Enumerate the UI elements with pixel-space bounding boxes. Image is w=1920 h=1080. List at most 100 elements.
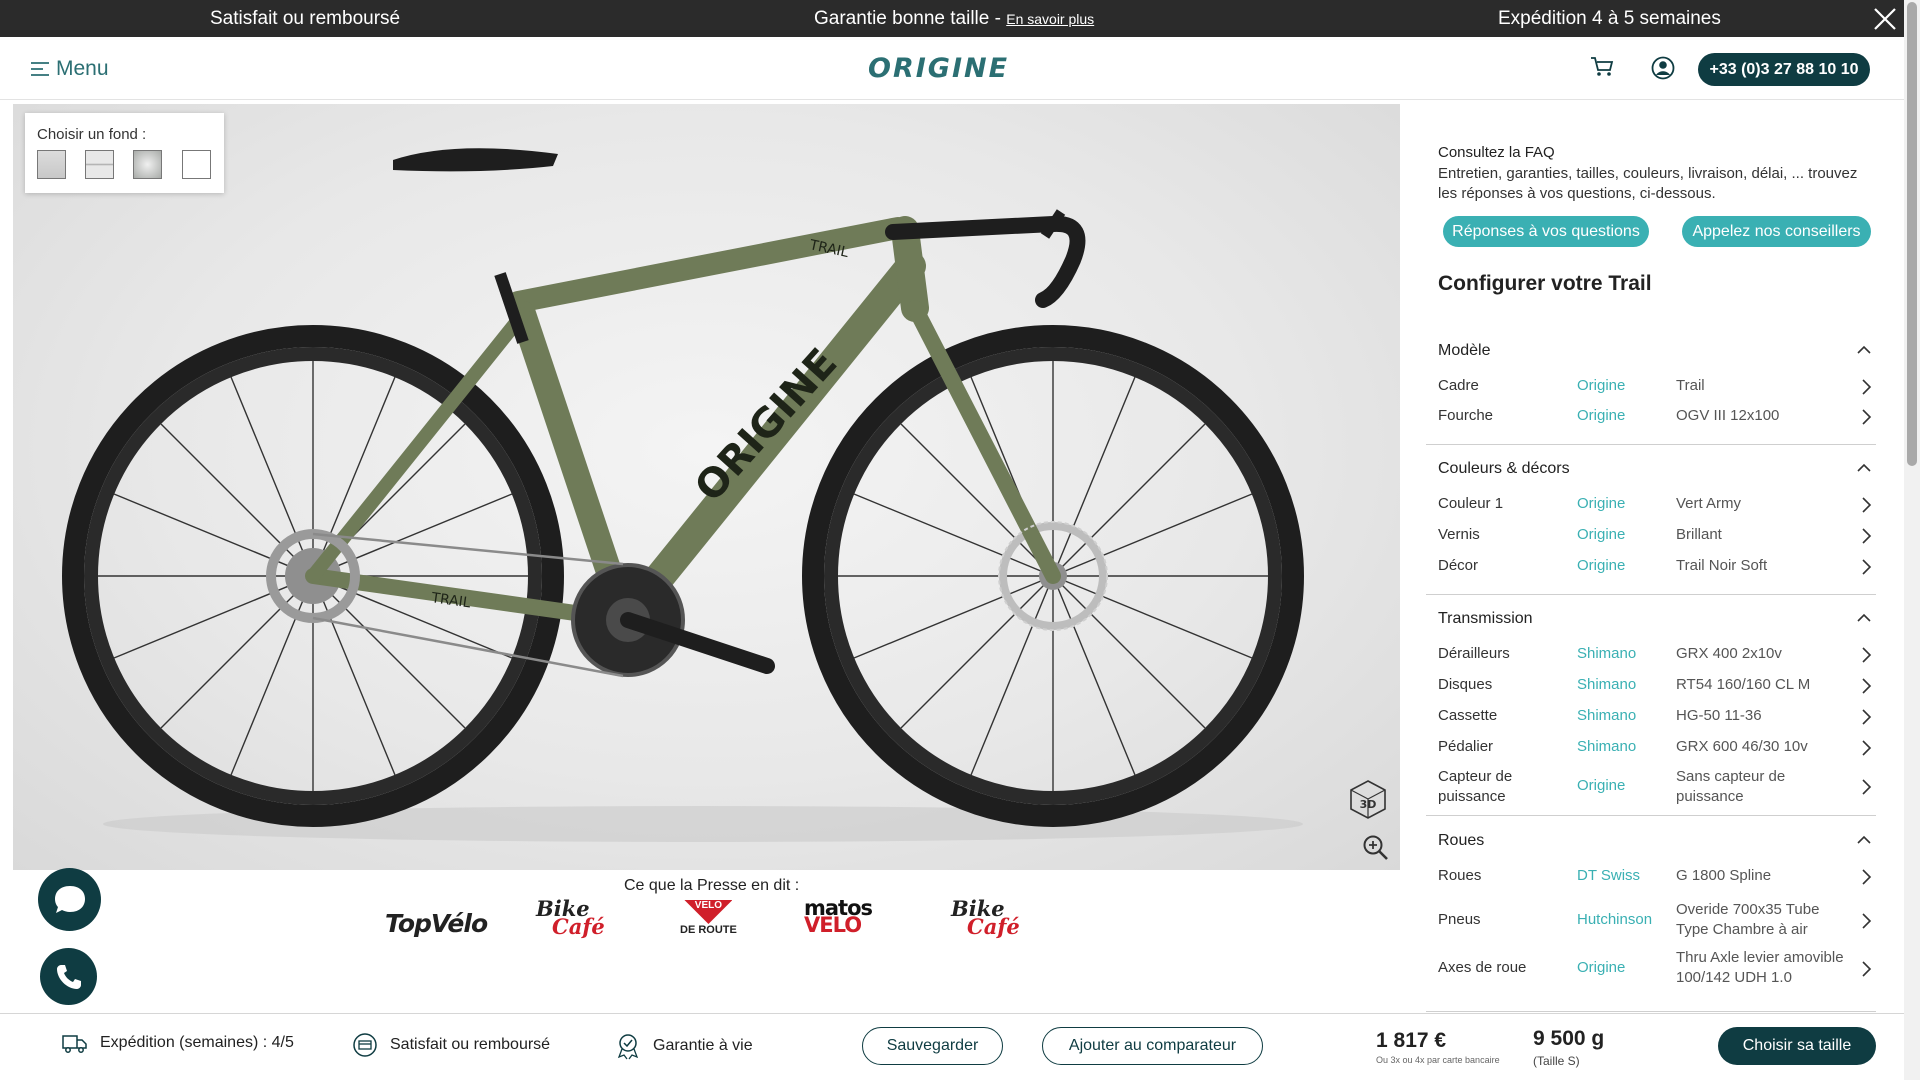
- truck-icon: [62, 1035, 87, 1053]
- chevron-right-icon[interactable]: [1860, 646, 1872, 664]
- chevron-right-icon[interactable]: [1860, 378, 1872, 396]
- option-name: Disques: [1438, 676, 1493, 693]
- refund-icon: [353, 1033, 377, 1057]
- cart-icon[interactable]: [1590, 56, 1614, 78]
- press-logo-bikecafe-2[interactable]: Bike Café: [951, 898, 1020, 946]
- phone-number-button[interactable]: +33 (0)3 27 88 10 10: [1698, 53, 1870, 86]
- chevron-right-icon[interactable]: [1860, 408, 1872, 426]
- option-value: Sans capteur de puissance: [1676, 768, 1786, 805]
- chevron-right-icon[interactable]: [1860, 708, 1872, 726]
- background-swatch-3[interactable]: [133, 150, 162, 179]
- chevron-right-icon[interactable]: [1860, 496, 1872, 514]
- close-icon[interactable]: [1872, 6, 1898, 32]
- option-value: Trail: [1676, 377, 1705, 394]
- section-title: Couleurs & décors: [1438, 460, 1570, 477]
- config-row[interactable]: Dérailleurs Shimano GRX 400 2x10v: [1438, 640, 1876, 671]
- save-button[interactable]: Sauvegarder: [862, 1027, 1003, 1065]
- section-roues: Roues Roues DT Swiss G 1800 Spline Pneus…: [1426, 832, 1876, 1012]
- chevron-up-icon[interactable]: [1856, 834, 1872, 846]
- view-3d-label: 3D: [1360, 798, 1377, 811]
- press-logo-velo-de-route[interactable]: VELO DE ROUTE: [680, 900, 737, 946]
- option-brand: Shimano: [1577, 645, 1637, 662]
- award-icon: [617, 1034, 639, 1060]
- option-brand: Origine: [1577, 777, 1626, 794]
- option-value: OGV III 12x100: [1676, 407, 1780, 424]
- add-to-compare-button[interactable]: Ajouter au comparateur: [1042, 1027, 1263, 1065]
- press-logo-topvelo[interactable]: TopVélo: [385, 900, 488, 946]
- section-transmission: Transmission Dérailleurs Shimano GRX 400…: [1426, 610, 1876, 816]
- config-row[interactable]: Pneus Hutchinson Overide 700x35 Tube Typ…: [1438, 897, 1876, 945]
- chevron-right-icon[interactable]: [1860, 677, 1872, 695]
- faq-answers-button[interactable]: Réponses à vos questions: [1443, 216, 1649, 247]
- option-value: GRX 600 46/30 10v: [1676, 738, 1808, 755]
- call-button[interactable]: [40, 948, 97, 1005]
- chevron-right-icon[interactable]: [1860, 739, 1872, 757]
- chevron-right-icon[interactable]: [1860, 960, 1872, 978]
- option-name: Décor: [1438, 557, 1479, 574]
- config-row[interactable]: Cadre Origine Trail: [1438, 372, 1876, 402]
- choose-size-button[interactable]: Choisir sa taille: [1718, 1027, 1876, 1065]
- config-row[interactable]: Fourche Origine OGV III 12x100: [1438, 402, 1876, 432]
- section-header[interactable]: Roues: [1438, 832, 1876, 856]
- zoom-in-icon[interactable]: [1362, 834, 1390, 862]
- background-swatch-2[interactable]: [85, 150, 114, 179]
- shipping-text: Expédition (semaines) : 4/5: [100, 1034, 294, 1051]
- background-swatch-1[interactable]: [37, 150, 66, 179]
- bike-viewer[interactable]: ORIGINE TRAIL TRAIL: [13, 104, 1400, 870]
- weight: 9 500 g: [1533, 1027, 1605, 1050]
- option-name: Fourche: [1438, 407, 1494, 424]
- faq-text: Entretien, garanties, tailles, couleurs,…: [1438, 165, 1858, 202]
- section-header[interactable]: Modèle: [1438, 342, 1876, 366]
- section-header[interactable]: Couleurs & décors: [1438, 460, 1876, 484]
- press-logo-bikecafe[interactable]: Bike Café: [536, 898, 605, 946]
- menu-button[interactable]: Menu: [30, 57, 109, 81]
- background-chooser: Choisir un fond :: [25, 113, 224, 193]
- config-row[interactable]: Décor Origine Trail Noir Soft: [1438, 552, 1876, 583]
- config-row[interactable]: Vernis Origine Brillant: [1438, 521, 1876, 552]
- scrollbar-thumb[interactable]: [1907, 2, 1917, 466]
- chevron-right-icon[interactable]: [1860, 778, 1872, 796]
- press-logo-matos-velo[interactable]: matos VELO: [804, 898, 873, 946]
- config-row[interactable]: Cassette Shimano HG-50 11-36: [1438, 702, 1876, 733]
- chevron-up-icon[interactable]: [1856, 462, 1872, 474]
- option-value: Overide 700x35 Tube Type Chambre à air: [1676, 901, 1820, 938]
- background-swatch-4[interactable]: [182, 150, 211, 179]
- config-row[interactable]: Disques Shimano RT54 160/160 CL M: [1438, 671, 1876, 702]
- option-name: Cassette: [1438, 707, 1498, 724]
- chevron-right-icon[interactable]: [1860, 868, 1872, 886]
- option-brand: Origine: [1577, 377, 1626, 394]
- config-row[interactable]: Couleur 1 Origine Vert Army: [1438, 490, 1876, 521]
- option-brand: Hutchinson: [1577, 911, 1653, 928]
- option-brand: Shimano: [1577, 738, 1637, 755]
- chevron-right-icon[interactable]: [1860, 558, 1872, 576]
- config-row[interactable]: Pédalier Shimano GRX 600 46/30 10v: [1438, 733, 1876, 764]
- chevron-up-icon[interactable]: [1856, 612, 1872, 624]
- chevron-right-icon[interactable]: [1860, 912, 1872, 930]
- press-logo-velo-badge: VELO: [684, 900, 733, 924]
- phone-icon: [56, 964, 81, 989]
- option-brand: Origine: [1577, 407, 1626, 424]
- option-brand: Origine: [1577, 557, 1626, 574]
- option-name: Roues: [1438, 867, 1482, 884]
- section-header[interactable]: Transmission: [1438, 610, 1876, 634]
- learn-more-link[interactable]: En savoir plus: [1006, 11, 1094, 27]
- chevron-right-icon[interactable]: [1860, 527, 1872, 545]
- option-value: RT54 160/160 CL M: [1676, 676, 1811, 693]
- weight-size-note: (Taille S): [1533, 1054, 1580, 1068]
- config-row[interactable]: Capteur de puissance Origine Sans capteu…: [1438, 764, 1876, 808]
- origine-logo[interactable]: ORIGINE: [866, 51, 1034, 85]
- option-name: Pneus: [1438, 911, 1481, 928]
- option-name: Pédalier: [1438, 738, 1494, 755]
- menu-icon: [31, 62, 49, 76]
- section-modele: Modèle Cadre Origine Trail Fourche Origi…: [1426, 342, 1876, 445]
- chat-button[interactable]: [38, 868, 101, 931]
- call-advisors-button[interactable]: Appelez nos conseillers: [1682, 216, 1871, 247]
- view-3d-icon[interactable]: 3D: [1346, 778, 1390, 822]
- config-row[interactable]: Axes de roue Origine Thru Axle levier am…: [1438, 945, 1876, 993]
- account-icon[interactable]: [1651, 56, 1675, 80]
- chevron-up-icon[interactable]: [1856, 344, 1872, 356]
- price-payment-note: Ou 3x ou 4x par carte bancaire: [1376, 1055, 1500, 1065]
- bike-illustration: ORIGINE TRAIL TRAIL: [62, 148, 1304, 842]
- config-row[interactable]: Roues DT Swiss G 1800 Spline: [1438, 862, 1876, 897]
- size-guarantee-message: Garantie bonne taille - En savoir plus: [814, 0, 1094, 37]
